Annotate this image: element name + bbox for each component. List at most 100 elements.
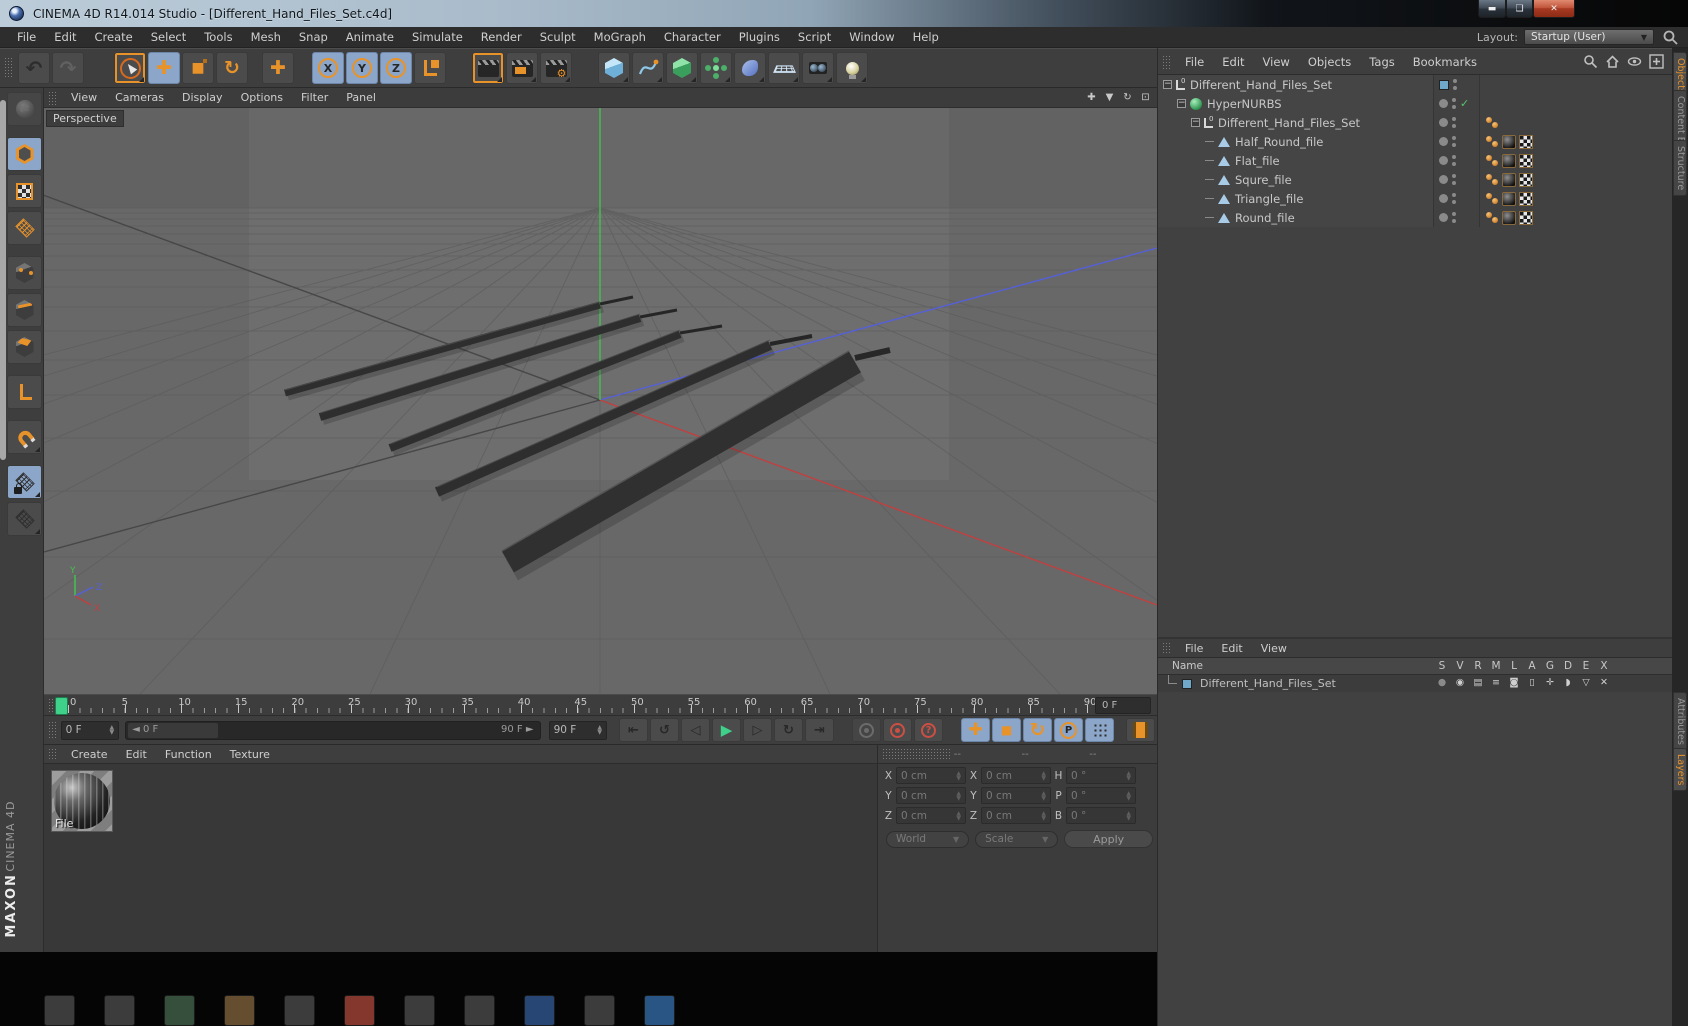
state-dot[interactable] — [1439, 194, 1448, 203]
layout-select[interactable]: Startup (User) ▼ — [1524, 29, 1654, 45]
search-icon[interactable] — [1583, 54, 1598, 69]
state-dot[interactable] — [1439, 118, 1448, 127]
r-toggle-icon[interactable]: ▤ — [1470, 677, 1486, 688]
panel-grip[interactable] — [48, 90, 58, 105]
phong-tag[interactable] — [1486, 192, 1499, 205]
expander-toggle[interactable]: − — [1177, 99, 1186, 108]
key-position-button[interactable] — [961, 718, 990, 742]
menu-item-render[interactable]: Render — [472, 30, 531, 44]
workplane-button[interactable] — [7, 502, 42, 536]
key-pla-button[interactable] — [1085, 718, 1114, 742]
add-deformer-button[interactable] — [734, 52, 766, 84]
add-light-button[interactable] — [836, 52, 868, 84]
materials-menu-item-texture[interactable]: Texture — [221, 748, 279, 761]
panel-grip[interactable] — [48, 721, 57, 739]
state-dot[interactable] — [1439, 175, 1448, 184]
add-icon[interactable] — [1649, 54, 1664, 69]
state-dot[interactable] — [1439, 213, 1448, 222]
autokeying-button[interactable] — [883, 718, 912, 742]
menu-item-file[interactable]: File — [8, 30, 45, 44]
lock-workplane-button[interactable] — [7, 465, 42, 499]
spinner-arrows-icon[interactable]: ▲ ▼ — [956, 770, 961, 781]
layer-chip[interactable] — [1439, 79, 1449, 90]
go-end-button[interactable]: ⇥ — [805, 718, 834, 742]
menu-item-sculpt[interactable]: Sculpt — [531, 30, 585, 44]
spinner-arrows-icon[interactable]: ▲ ▼ — [1041, 770, 1046, 781]
phong-tag[interactable] — [1486, 154, 1499, 167]
palette-scrollbar[interactable] — [0, 100, 6, 460]
search-icon[interactable] — [1663, 30, 1678, 45]
axis-mode-button[interactable] — [7, 375, 42, 409]
minimize-button[interactable]: ▬ — [1478, 0, 1506, 18]
prev-frame-button[interactable]: ◁ — [681, 718, 710, 742]
menu-item-edit[interactable]: Edit — [45, 30, 85, 44]
add-environment-button[interactable] — [768, 52, 800, 84]
size-field[interactable]: 0 cm ▲ ▼ — [981, 787, 1051, 804]
keyframe-record-button[interactable] — [852, 718, 881, 742]
close-button[interactable]: ✕ — [1533, 0, 1575, 18]
visibility-dots[interactable] — [1452, 174, 1456, 185]
position-field[interactable]: 0 cm ▲ ▼ — [896, 767, 966, 784]
size-field[interactable]: 0 cm ▲ ▼ — [981, 767, 1051, 784]
menu-item-mesh[interactable]: Mesh — [242, 30, 290, 44]
mode-dropdown[interactable]: Scale ▼ — [975, 830, 1059, 848]
position-field[interactable]: 0 cm ▲ ▼ — [896, 787, 966, 804]
lock-y-button[interactable] — [346, 52, 378, 84]
object-cell[interactable]: Triangle_file — [1158, 189, 1434, 208]
next-frame-button[interactable]: ▷ — [743, 718, 772, 742]
move-button[interactable] — [148, 52, 180, 84]
taskbar-app-6[interactable] — [344, 995, 375, 1026]
model-mode-button[interactable] — [7, 137, 42, 171]
eye-icon[interactable] — [1627, 54, 1642, 69]
state-dot[interactable] — [1439, 156, 1448, 165]
layers-menu-item-view[interactable]: View — [1252, 642, 1296, 655]
current-frame-box[interactable]: 0 F — [1095, 697, 1151, 714]
taskbar-app-4[interactable] — [224, 995, 255, 1026]
object-manager-menu-item-tags[interactable]: Tags — [1360, 55, 1403, 69]
object-cell[interactable]: Flat_file — [1158, 151, 1434, 170]
render-picture-viewer-button[interactable] — [506, 52, 538, 84]
d-toggle-icon[interactable]: ◗ — [1560, 677, 1576, 688]
spinner-arrows-icon[interactable]: ▲ ▼ — [956, 790, 961, 801]
key-rotation-button[interactable] — [1023, 718, 1052, 742]
taskbar-app-10[interactable] — [584, 995, 615, 1026]
frame-range-slider[interactable]: ◄ 0 F 90 F ► — [125, 720, 541, 740]
expander-toggle[interactable]: − — [1191, 118, 1200, 127]
l-toggle-icon[interactable]: ◙ — [1506, 677, 1522, 688]
taskbar-app-8[interactable] — [464, 995, 495, 1026]
menu-item-help[interactable]: Help — [904, 30, 948, 44]
materials-menu-item-function[interactable]: Function — [156, 748, 221, 761]
taskbar-app-1[interactable] — [44, 995, 75, 1026]
object-manager-menu-item-file[interactable]: File — [1176, 55, 1213, 69]
object-cell[interactable]: Squre_file — [1158, 170, 1434, 189]
playhead[interactable] — [55, 697, 68, 715]
rotation-field[interactable]: 0 ° ▲ ▼ — [1066, 767, 1136, 784]
spinner-arrows-icon[interactable]: ▲ ▼ — [109, 725, 114, 736]
add-modeling-object-button[interactable] — [700, 52, 732, 84]
frame-start-spinner[interactable]: 0 F ▲ ▼ — [60, 720, 120, 740]
render-view-button[interactable] — [472, 52, 504, 84]
redo-button[interactable] — [52, 52, 84, 84]
expander-toggle[interactable]: − — [1163, 80, 1172, 89]
visibility-dots[interactable] — [1453, 79, 1457, 90]
prev-key-button[interactable]: ↺ — [650, 718, 679, 742]
polygons-mode-button[interactable] — [7, 330, 42, 364]
edges-mode-button[interactable] — [7, 293, 42, 327]
workplane-mode-button[interactable] — [7, 211, 42, 245]
undo-button[interactable] — [18, 52, 50, 84]
object-cell[interactable]: Half_Round_file — [1158, 132, 1434, 151]
viewport-menu-item-filter[interactable]: Filter — [292, 91, 337, 104]
e-toggle-icon[interactable]: ▽ — [1578, 677, 1594, 688]
dolly-view-icon[interactable]: ▼ — [1102, 90, 1117, 105]
visibility-dots[interactable] — [1452, 193, 1456, 204]
taskbar-app-2[interactable] — [104, 995, 135, 1026]
menu-item-snap[interactable]: Snap — [290, 30, 337, 44]
texture-tag[interactable] — [1502, 191, 1516, 206]
visibility-dots[interactable] — [1452, 212, 1456, 223]
panel-grip[interactable] — [1162, 641, 1172, 655]
object-cell[interactable]: Round_file — [1158, 208, 1434, 227]
uvw-tag[interactable] — [1519, 191, 1533, 206]
state-dot[interactable] — [1439, 137, 1448, 146]
menu-item-create[interactable]: Create — [86, 30, 142, 44]
visibility-dots[interactable] — [1452, 136, 1456, 147]
